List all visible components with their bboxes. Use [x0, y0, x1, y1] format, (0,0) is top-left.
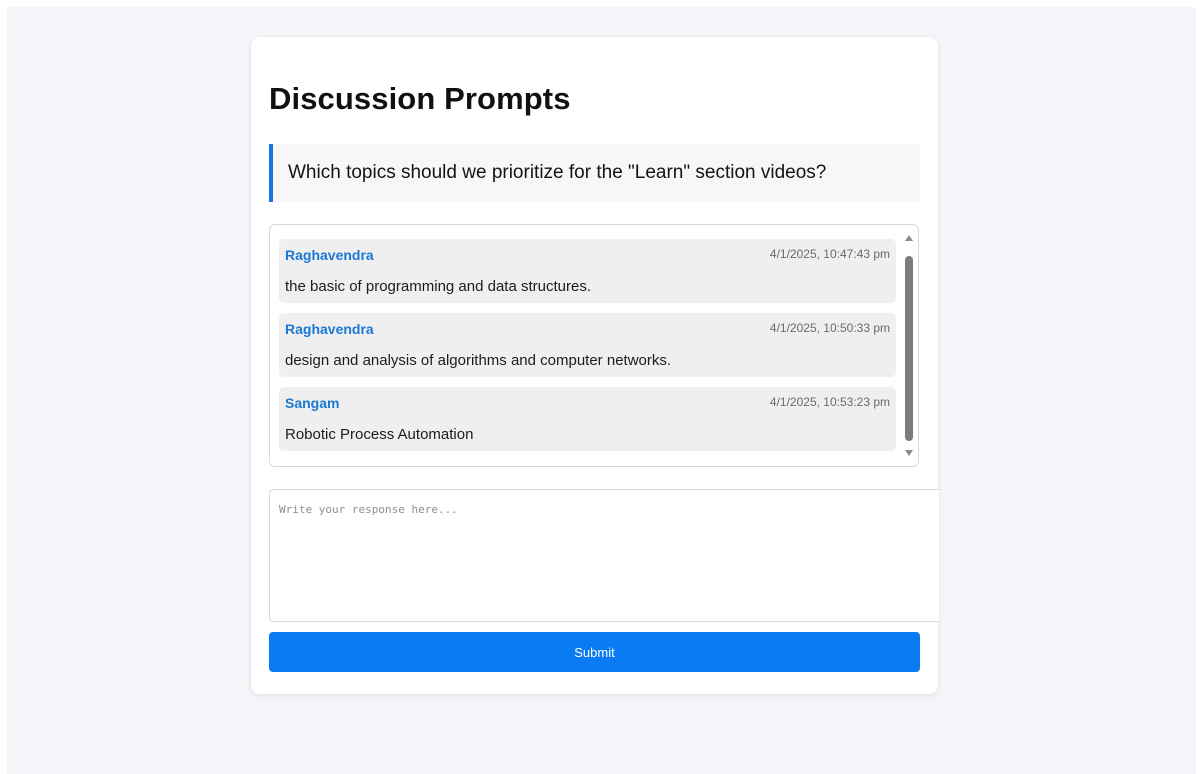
- response-timestamp: 4/1/2025, 10:53:23 pm: [769, 395, 890, 409]
- response-item: Raghavendra 4/1/2025, 10:47:43 pm the ba…: [279, 239, 896, 303]
- scrollbar-thumb[interactable]: [905, 256, 913, 441]
- response-author: Raghavendra: [285, 247, 374, 263]
- response-item: Raghavendra 4/1/2025, 10:50:33 pm design…: [279, 313, 896, 377]
- response-author: Sangam: [285, 395, 340, 411]
- scroll-up-arrow-icon[interactable]: [905, 235, 913, 241]
- response-text: design and analysis of algorithms and co…: [285, 352, 672, 369]
- response-author: Raghavendra: [285, 321, 374, 337]
- scroll-down-arrow-icon[interactable]: [905, 450, 913, 456]
- response-text: the basic of programming and data struct…: [285, 278, 591, 295]
- response-timestamp: 4/1/2025, 10:47:43 pm: [769, 247, 890, 261]
- responses-list[interactable]: Raghavendra 4/1/2025, 10:47:43 pm the ba…: [269, 224, 919, 467]
- prompt-question: Which topics should we prioritize for th…: [288, 162, 827, 183]
- page-title: Discussion Prompts: [269, 81, 571, 116]
- response-item: Sangam 4/1/2025, 10:53:23 pm Robotic Pro…: [279, 387, 896, 451]
- prompt-box: Which topics should we prioritize for th…: [269, 144, 920, 202]
- response-timestamp: 4/1/2025, 10:50:33 pm: [769, 321, 890, 335]
- responses-scrollbar[interactable]: [901, 225, 918, 466]
- response-textarea[interactable]: [269, 489, 939, 622]
- submit-button[interactable]: Submit: [269, 632, 920, 672]
- response-text: Robotic Process Automation: [285, 426, 474, 443]
